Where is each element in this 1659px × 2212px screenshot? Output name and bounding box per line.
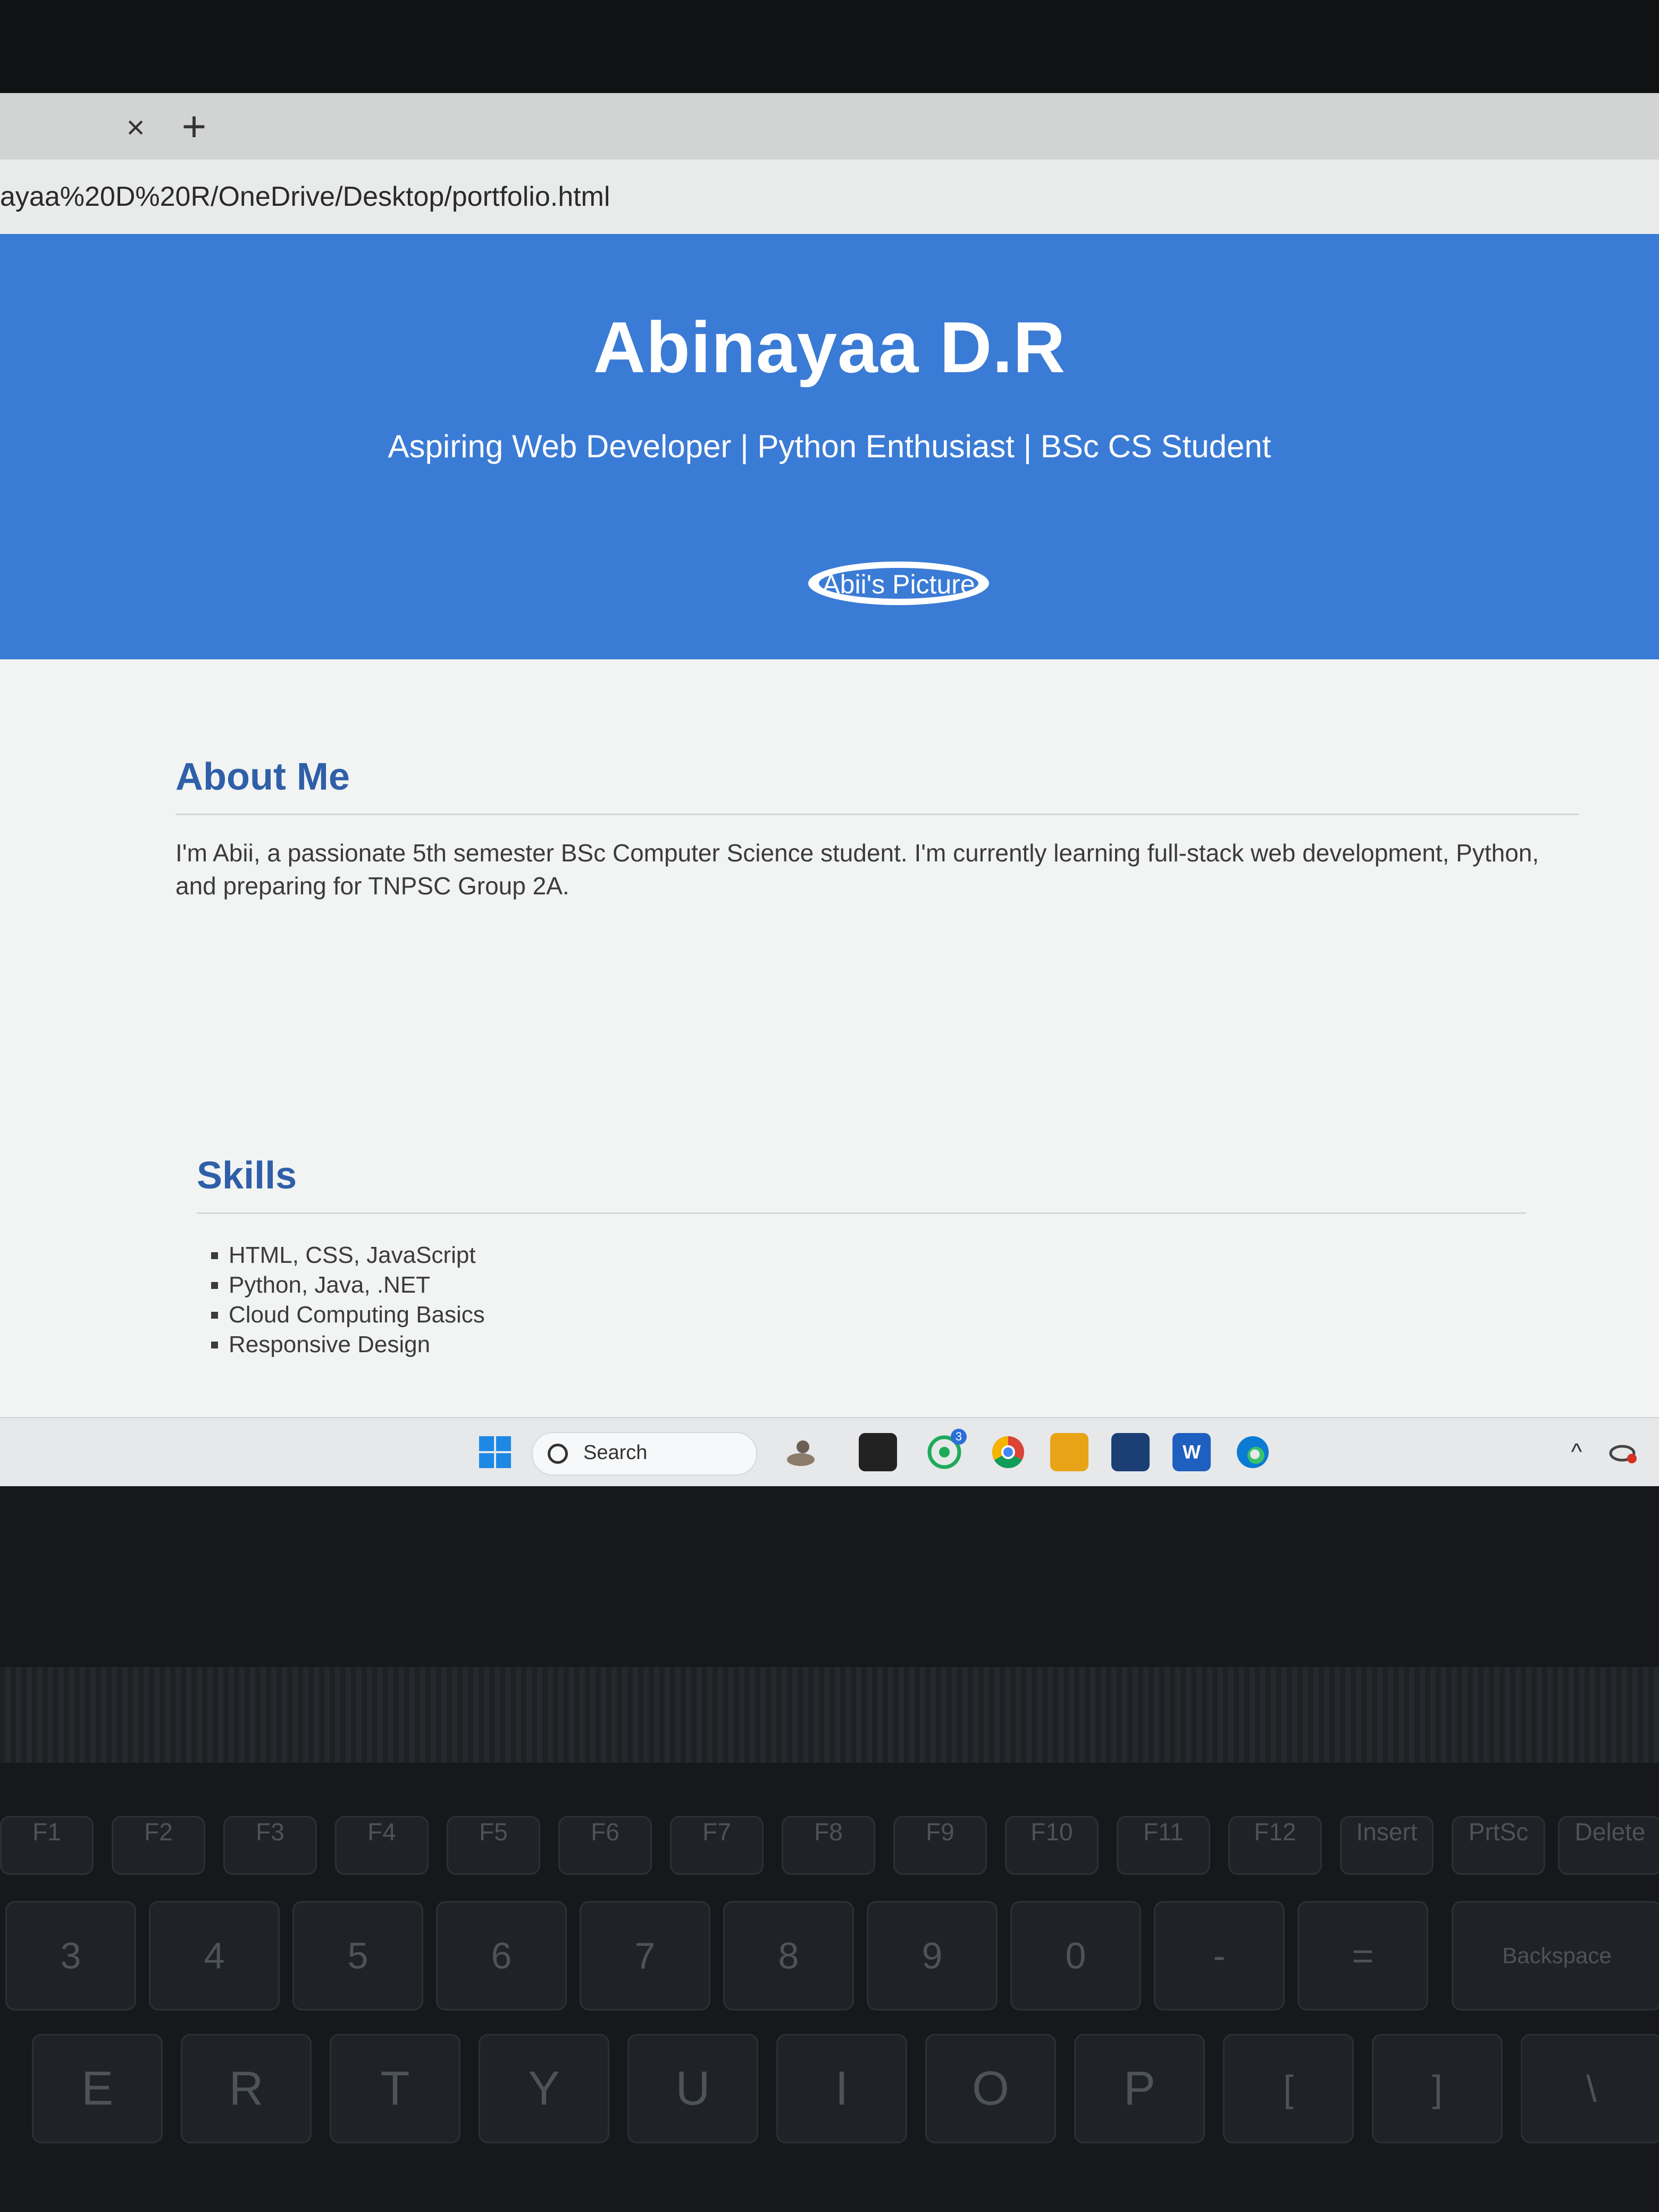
new-tab-button[interactable]: +	[175, 105, 213, 148]
list-item: Cloud Computing Basics	[229, 1300, 1526, 1330]
key-f7[interactable]: F7	[670, 1816, 764, 1875]
key-p[interactable]: P	[1074, 2034, 1205, 2143]
whatsapp-icon[interactable]: 3	[925, 1429, 967, 1471]
address-bar[interactable]: ayaa%20D%20R/OneDrive/Desktop/portfolio.…	[0, 160, 1659, 235]
section-divider	[197, 1212, 1526, 1214]
key-4[interactable]: 4	[149, 1901, 280, 2010]
list-item: HTML, CSS, JavaScript	[229, 1241, 1526, 1270]
key-e[interactable]: E	[32, 2034, 163, 2143]
portfolio-header: Abinayaa D.R Aspiring Web Developer | Py…	[0, 234, 1659, 659]
key-f8[interactable]: F8	[782, 1816, 875, 1875]
taskbar-search[interactable]: Search	[532, 1432, 757, 1476]
edge-icon[interactable]	[1234, 1433, 1272, 1471]
onedrive-icon[interactable]	[1608, 1433, 1638, 1471]
key-right-bracket[interactable]: ]	[1372, 2034, 1503, 2143]
about-section: About Me I'm Abii, a passionate 5th seme…	[175, 755, 1579, 902]
file-app-icon[interactable]	[859, 1433, 897, 1471]
key-o[interactable]: O	[925, 2034, 1056, 2143]
skills-section: Skills HTML, CSS, JavaScript Python, Jav…	[197, 1154, 1526, 1360]
key-prtsc[interactable]: PrtSc	[1452, 1816, 1545, 1875]
key-9[interactable]: 9	[867, 1901, 998, 2010]
key-f11[interactable]: F11	[1117, 1816, 1210, 1875]
key-i[interactable]: I	[776, 2034, 907, 2143]
key-left-bracket[interactable]: [	[1223, 2034, 1354, 2143]
key-u[interactable]: U	[627, 2034, 758, 2143]
key-t[interactable]: T	[330, 2034, 460, 2143]
key-r[interactable]: R	[181, 2034, 312, 2143]
key-insert[interactable]: Insert	[1340, 1816, 1434, 1875]
tagline: Aspiring Web Developer | Python Enthusia…	[388, 429, 1271, 464]
page-title: Abinayaa D.R	[593, 307, 1066, 388]
notification-badge: 3	[951, 1429, 967, 1445]
skills-list: HTML, CSS, JavaScript Python, Java, .NET…	[229, 1241, 1526, 1360]
chevron-up-icon[interactable]: ^	[1563, 1433, 1590, 1471]
key-8[interactable]: 8	[723, 1901, 854, 2010]
key-f4[interactable]: F4	[335, 1816, 429, 1875]
key-f2[interactable]: F2	[112, 1816, 205, 1875]
profile-picture: Abii's Picture	[808, 562, 989, 605]
key-f10[interactable]: F10	[1005, 1816, 1099, 1875]
key-3[interactable]: 3	[5, 1901, 136, 2010]
key-7[interactable]: 7	[580, 1901, 710, 2010]
search-icon	[548, 1444, 568, 1464]
about-text: I'm Abii, a passionate 5th semester BSc …	[175, 839, 1539, 900]
key-backslash[interactable]: \	[1521, 2034, 1659, 2143]
key-backspace[interactable]: Backspace	[1452, 1901, 1659, 2010]
key-f3[interactable]: F3	[223, 1816, 317, 1875]
profile-picture-alt-text: Abii's Picture	[819, 568, 978, 599]
key-f9[interactable]: F9	[893, 1816, 987, 1875]
browser-tab-bar: × +	[0, 93, 1659, 160]
key-equals[interactable]: =	[1297, 1901, 1428, 2010]
list-item: Python, Java, .NET	[229, 1270, 1526, 1300]
about-title: About Me	[175, 756, 350, 798]
word-icon[interactable]: W	[1172, 1433, 1211, 1471]
taskbar: Search 3 W ^	[0, 1417, 1659, 1486]
key-f1[interactable]: F1	[0, 1816, 94, 1875]
key-f5[interactable]: F5	[447, 1816, 540, 1875]
url-text[interactable]: ayaa%20D%20R/OneDrive/Desktop/portfolio.…	[0, 181, 610, 213]
store-icon[interactable]	[1111, 1433, 1150, 1471]
key-6[interactable]: 6	[436, 1901, 567, 2010]
key-0[interactable]: 0	[1010, 1901, 1141, 2010]
key-delete[interactable]: Delete	[1558, 1816, 1659, 1875]
search-label: Search	[583, 1442, 648, 1464]
tab-close-icon[interactable]: ×	[120, 112, 152, 144]
chrome-icon[interactable]	[989, 1433, 1027, 1471]
skills-title: Skills	[197, 1154, 297, 1197]
key-minus[interactable]: -	[1154, 1901, 1285, 2010]
file-explorer-icon[interactable]	[1050, 1433, 1088, 1471]
start-icon[interactable]	[476, 1433, 514, 1471]
laptop-keyboard: F1 F2 F3 F4 F5 F6 F7 F8 F9 F10 F11 F12 I…	[0, 1486, 1659, 2212]
key-f12[interactable]: F12	[1228, 1816, 1322, 1875]
key-f6[interactable]: F6	[558, 1816, 652, 1875]
key-5[interactable]: 5	[292, 1901, 423, 2010]
widgets-icon[interactable]	[782, 1433, 820, 1471]
speaker-grille	[0, 1667, 1659, 1763]
list-item: Responsive Design	[229, 1330, 1526, 1360]
laptop-bezel	[0, 0, 1659, 93]
key-y[interactable]: Y	[479, 2034, 609, 2143]
laptop-screen: × + ayaa%20D%20R/OneDrive/Desktop/portfo…	[0, 93, 1659, 1486]
section-divider	[175, 814, 1579, 815]
